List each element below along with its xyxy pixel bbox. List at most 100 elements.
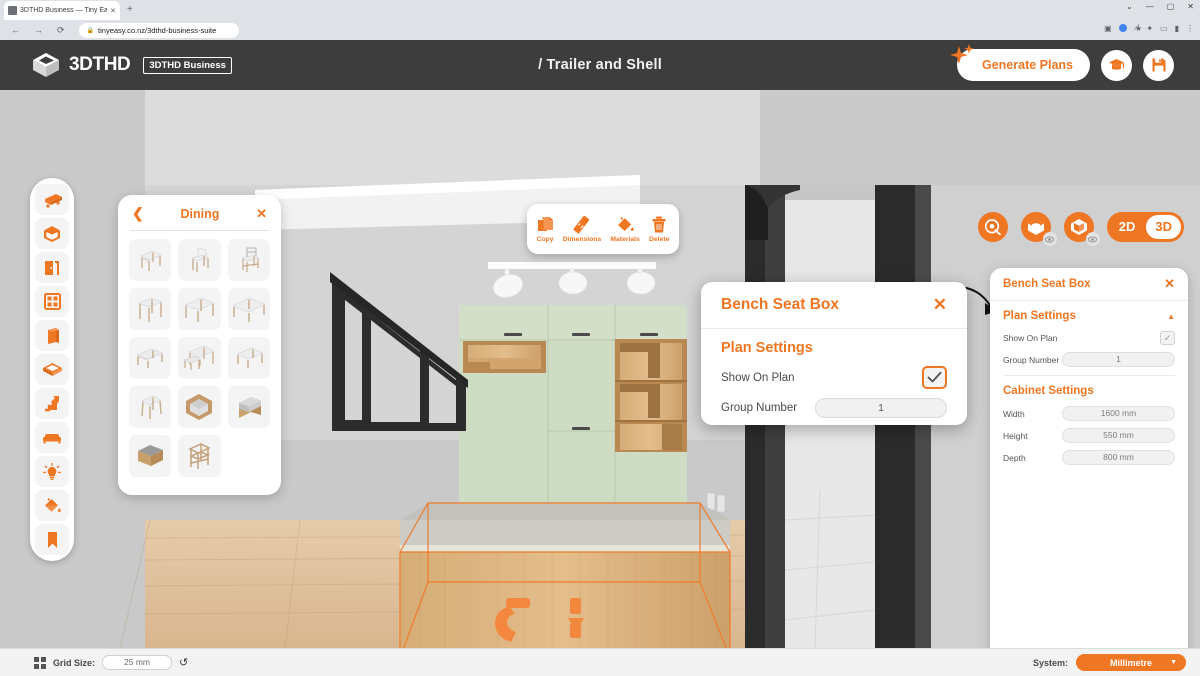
minimize-button[interactable]: — xyxy=(1146,2,1154,11)
browser-tab[interactable]: 3DTHD Business — Tiny Easy - T ✕ xyxy=(4,1,120,20)
catalog-back-icon[interactable]: ❮ xyxy=(132,205,144,222)
section-view-button[interactable] xyxy=(1020,212,1057,246)
catalog-item[interactable] xyxy=(129,435,172,477)
perspective-view-badge[interactable] xyxy=(1085,232,1100,246)
catalog-item[interactable] xyxy=(129,337,172,379)
forward-icon[interactable]: → xyxy=(34,25,43,36)
sidebar-item-furniture[interactable] xyxy=(35,422,69,453)
catalog-item[interactable] xyxy=(227,239,270,281)
copy-action[interactable]: Copy xyxy=(537,216,554,243)
browser-menu-icon[interactable]: ⋮ xyxy=(1186,24,1194,33)
dining-table-square-icon xyxy=(140,250,162,271)
graduation-cap-icon xyxy=(1109,59,1124,70)
system-label: System: xyxy=(1032,657,1068,668)
extension-blue-icon[interactable] xyxy=(1118,24,1127,32)
panel-width-input[interactable]: 1600 mm xyxy=(1062,406,1175,421)
perspective-view-icon xyxy=(1070,219,1087,235)
tutorial-button[interactable] xyxy=(1101,49,1132,81)
booth-corner-seat-icon xyxy=(186,394,213,420)
dimension-mode-toggle[interactable]: 2D 3D xyxy=(1106,212,1184,242)
sidebar-item-floor-layer[interactable] xyxy=(35,354,69,385)
maximize-button[interactable]: ▢ xyxy=(1167,2,1175,11)
plan-settings-section-header[interactable]: Plan Settings ▲ xyxy=(1003,310,1175,322)
sidebar-item-materials[interactable] xyxy=(35,490,69,521)
close-window-button[interactable]: ✕ xyxy=(1187,2,1194,11)
section-view-badge[interactable] xyxy=(1042,232,1057,246)
url-input[interactable]: 🔒 tinyeasy.co.nz/3dthd-business-suite xyxy=(78,22,239,38)
delete-action[interactable]: Delete xyxy=(649,216,669,243)
panel-group-number-input[interactable]: 1 xyxy=(1062,352,1175,367)
panel-height-input[interactable]: 550 mm xyxy=(1062,428,1175,443)
shell-cube-icon xyxy=(44,225,60,242)
measure-tool-button[interactable] xyxy=(977,212,1008,242)
sidebar-item-stairs[interactable] xyxy=(35,388,69,419)
modal-close-icon[interactable]: ✕ xyxy=(933,295,947,315)
cabinet-settings-title: Cabinet Settings xyxy=(1003,385,1094,397)
properties-panel-title: Bench Seat Box xyxy=(1003,278,1091,290)
unit-system-select[interactable]: Millimetre ▼ xyxy=(1076,654,1186,671)
modal-group-number-input[interactable]: 1 xyxy=(815,398,947,418)
sidebar-item-wall-panel[interactable] xyxy=(35,320,69,351)
eyedropper-icon[interactable]: ⟋ xyxy=(1134,23,1140,33)
catalog-item[interactable] xyxy=(178,239,221,281)
viewport-3d-scene[interactable]: ❮ Dining ✕ Copy Dimensions Materials Del… xyxy=(0,90,1200,648)
sidebar-item-window[interactable] xyxy=(35,286,69,317)
catalog-item[interactable] xyxy=(178,435,221,477)
window-controls: ⌄ — ▢ ✕ xyxy=(1126,2,1194,11)
new-tab-button[interactable]: + xyxy=(127,4,133,15)
catalog-title: Dining xyxy=(180,206,220,221)
trash-icon xyxy=(652,216,666,232)
grid-size-input[interactable]: 25 mm xyxy=(102,655,173,670)
panel-depth-label: Depth xyxy=(1003,452,1026,463)
catalog-item[interactable] xyxy=(227,386,270,428)
sparkle-icon xyxy=(949,44,974,64)
check-icon xyxy=(927,371,942,383)
sidebar-item-lighting[interactable] xyxy=(35,456,69,487)
grid-size-label: Grid Size: xyxy=(53,657,96,668)
sidebar-item-bookmarks[interactable] xyxy=(35,524,69,555)
sidebar-item-trailer-base[interactable] xyxy=(35,184,69,215)
catalog-item[interactable] xyxy=(178,337,221,379)
modal-body: Plan Settings Show On Plan Group Number … xyxy=(701,329,967,418)
tab-3d[interactable]: 3D xyxy=(1146,215,1181,239)
catalog-item[interactable] xyxy=(227,337,270,379)
chevron-down-icon[interactable]: ⌄ xyxy=(1126,2,1133,11)
save-button[interactable] xyxy=(1143,49,1174,81)
sidebar-item-door[interactable] xyxy=(35,252,69,283)
reload-icon[interactable]: ⟳ xyxy=(57,25,65,36)
tape-measure-icon xyxy=(985,219,1002,235)
modal-show-on-plan-checkbox[interactable] xyxy=(922,366,947,389)
ottoman-box-icon xyxy=(138,445,164,466)
sidebar-item-shell[interactable] xyxy=(35,218,69,249)
generate-plans-button[interactable]: Generate Plans xyxy=(949,44,1090,81)
grid-size-group: Grid Size: 25 mm ↺ xyxy=(34,655,188,670)
ruler-icon xyxy=(574,215,590,233)
modal-group-number-label: Group Number xyxy=(721,402,798,414)
catalog-item[interactable] xyxy=(178,386,221,428)
dimensions-action[interactable]: Dimensions xyxy=(563,215,601,243)
properties-panel-close-icon[interactable]: ✕ xyxy=(1164,276,1175,292)
puzzle-extension-icon[interactable]: ✦ xyxy=(1146,24,1153,33)
chevron-up-icon[interactable]: ▲ xyxy=(1167,312,1175,321)
tab-close-icon[interactable]: ✕ xyxy=(110,7,116,15)
panel-depth-input[interactable]: 800 mm xyxy=(1062,450,1175,465)
tab-2d[interactable]: 2D xyxy=(1110,215,1145,239)
camera-icon[interactable]: ▣ xyxy=(1104,24,1112,33)
catalog-close-icon[interactable]: ✕ xyxy=(256,206,267,222)
section-view-icon xyxy=(1027,219,1044,235)
panel-height-row: Height 550 mm xyxy=(1003,428,1175,443)
back-icon[interactable]: ← xyxy=(11,25,20,36)
high-chair-icon xyxy=(188,443,212,469)
panel-show-on-plan-checkbox[interactable]: ✓ xyxy=(1160,331,1175,345)
sidepanel-icon[interactable]: ▭ xyxy=(1160,24,1168,33)
cabinet-settings-section-header[interactable]: Cabinet Settings xyxy=(1003,385,1175,397)
perspective-view-button[interactable] xyxy=(1063,212,1100,246)
catalog-item[interactable] xyxy=(227,288,270,330)
catalog-item[interactable] xyxy=(178,288,221,330)
catalog-item[interactable] xyxy=(129,288,172,330)
catalog-item[interactable] xyxy=(129,239,172,281)
catalog-item[interactable] xyxy=(129,386,172,428)
reset-grid-icon[interactable]: ↺ xyxy=(179,656,188,669)
materials-action[interactable]: Materials xyxy=(610,216,640,243)
profile-icon[interactable]: ▮ xyxy=(1175,24,1179,33)
